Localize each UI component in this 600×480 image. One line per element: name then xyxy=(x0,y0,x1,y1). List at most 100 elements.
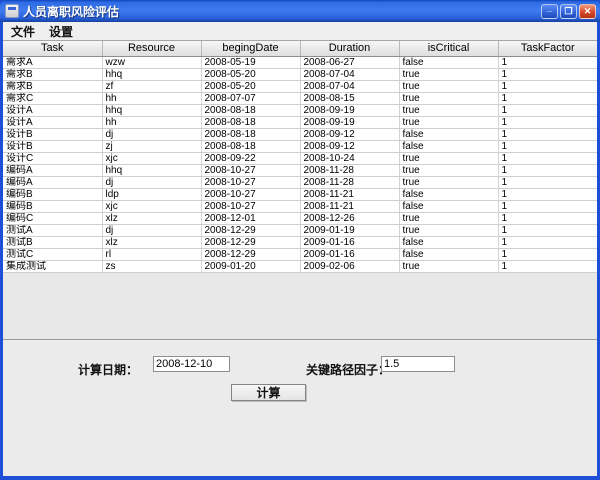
table-cell: 设计C xyxy=(3,152,102,164)
menu-file[interactable]: 文件 xyxy=(11,23,35,40)
app-window: 人员离职风险评估 _ ❐ ✕ 文件 设置 TaskResourcebegingD… xyxy=(0,0,600,480)
calc-date-input[interactable] xyxy=(153,356,230,372)
table-cell: 2008-10-27 xyxy=(201,200,300,212)
table-scrollpane[interactable]: TaskResourcebegingDateDurationisCritical… xyxy=(3,41,597,340)
column-header[interactable]: Duration xyxy=(300,41,399,56)
table-row[interactable]: 测试Adj2008-12-292009-01-19true1 xyxy=(3,224,597,236)
table-row[interactable]: 测试Crl2008-12-292009-01-16false1 xyxy=(3,248,597,260)
table-cell: 1 xyxy=(498,80,597,92)
table-cell: true xyxy=(399,176,498,188)
table-cell: 2008-09-19 xyxy=(300,104,399,116)
table-row[interactable]: 编码Bldp2008-10-272008-11-21false1 xyxy=(3,188,597,200)
table-cell: 编码B xyxy=(3,200,102,212)
table-cell: 测试A xyxy=(3,224,102,236)
table-row[interactable]: 需求Chh2008-07-072008-08-15true1 xyxy=(3,92,597,104)
table-cell: dj xyxy=(102,128,201,140)
table-row[interactable]: 需求Awzw2008-05-192008-06-27false1 xyxy=(3,56,597,68)
column-header[interactable]: TaskFactor xyxy=(498,41,597,56)
table-row[interactable]: 编码Adj2008-10-272008-11-28true1 xyxy=(3,176,597,188)
table-row[interactable]: 设计Cxjc2008-09-222008-10-24true1 xyxy=(3,152,597,164)
table-cell: 需求B xyxy=(3,80,102,92)
table-cell: true xyxy=(399,164,498,176)
table-row[interactable]: 设计Bzj2008-08-182008-09-12false1 xyxy=(3,140,597,152)
table-cell: true xyxy=(399,80,498,92)
calculate-button[interactable]: 计算 xyxy=(231,384,306,401)
table-cell: 1 xyxy=(498,224,597,236)
menu-settings[interactable]: 设置 xyxy=(49,23,73,40)
table-cell: hh xyxy=(102,116,201,128)
title-bar[interactable]: 人员离职风险评估 _ ❐ ✕ xyxy=(0,0,600,22)
column-header[interactable]: Task xyxy=(3,41,102,56)
column-header[interactable]: Resource xyxy=(102,41,201,56)
table-cell: 设计B xyxy=(3,140,102,152)
table-cell: 编码B xyxy=(3,188,102,200)
table-row[interactable]: 集成测试zs2009-01-202009-02-06true1 xyxy=(3,260,597,272)
table-cell: 1 xyxy=(498,188,597,200)
table-cell: true xyxy=(399,68,498,80)
table-cell: 1 xyxy=(498,56,597,68)
table-cell: 2008-10-24 xyxy=(300,152,399,164)
table-cell: hhq xyxy=(102,68,201,80)
window-title: 人员离职风险评估 xyxy=(23,3,541,20)
window-body: 文件 设置 TaskResourcebegingDateDurationisCr… xyxy=(0,22,600,480)
table-row[interactable]: 编码Ahhq2008-10-272008-11-28true1 xyxy=(3,164,597,176)
table-cell: 2008-09-12 xyxy=(300,140,399,152)
table-cell: 2008-08-18 xyxy=(201,116,300,128)
table-cell: xjc xyxy=(102,152,201,164)
table-row[interactable]: 设计Ahh2008-08-182008-09-19true1 xyxy=(3,116,597,128)
table-cell: false xyxy=(399,188,498,200)
table-cell: 2008-12-01 xyxy=(201,212,300,224)
table-cell: 1 xyxy=(498,68,597,80)
table-cell: 设计A xyxy=(3,116,102,128)
table-cell: 需求B xyxy=(3,68,102,80)
column-header[interactable]: begingDate xyxy=(201,41,300,56)
table-row[interactable]: 编码Cxlz2008-12-012008-12-26true1 xyxy=(3,212,597,224)
table-cell: false xyxy=(399,236,498,248)
critical-path-factor-input[interactable] xyxy=(381,356,455,372)
table-row[interactable]: 编码Bxjc2008-10-272008-11-21false1 xyxy=(3,200,597,212)
table-cell: 需求A xyxy=(3,56,102,68)
table-cell: hhq xyxy=(102,104,201,116)
table-cell: wzw xyxy=(102,56,201,68)
table-cell: 1 xyxy=(498,104,597,116)
minimize-button[interactable]: _ xyxy=(541,4,558,19)
table-cell: 2008-12-29 xyxy=(201,248,300,260)
table-cell: false xyxy=(399,128,498,140)
table-cell: xlz xyxy=(102,212,201,224)
table-row[interactable]: 测试Bxlz2008-12-292009-01-16false1 xyxy=(3,236,597,248)
table-cell: 1 xyxy=(498,152,597,164)
table-cell: 2008-08-15 xyxy=(300,92,399,104)
table-row[interactable]: 设计Bdj2008-08-182008-09-12false1 xyxy=(3,128,597,140)
maximize-button[interactable]: ❐ xyxy=(560,4,577,19)
table-cell: 1 xyxy=(498,128,597,140)
table-cell: 2008-05-20 xyxy=(201,80,300,92)
calc-date-label: 计算日期： xyxy=(78,361,138,378)
table-row[interactable]: 设计Ahhq2008-08-182008-09-19true1 xyxy=(3,104,597,116)
table-cell: 1 xyxy=(498,248,597,260)
table-cell: 测试C xyxy=(3,248,102,260)
table-cell: 2008-07-04 xyxy=(300,68,399,80)
table-cell: 设计A xyxy=(3,104,102,116)
table-cell: true xyxy=(399,152,498,164)
table-cell: 1 xyxy=(498,92,597,104)
table-cell: 2008-08-18 xyxy=(201,104,300,116)
table-cell: 2009-01-16 xyxy=(300,248,399,260)
table-row[interactable]: 需求Bhhq2008-05-202008-07-04true1 xyxy=(3,68,597,80)
table-cell: 设计B xyxy=(3,128,102,140)
table-cell: 2009-02-06 xyxy=(300,260,399,272)
table-cell: 2008-07-07 xyxy=(201,92,300,104)
table-cell: 2008-11-28 xyxy=(300,164,399,176)
table-cell: 2008-09-19 xyxy=(300,116,399,128)
table-cell: 1 xyxy=(498,164,597,176)
table-cell: 1 xyxy=(498,116,597,128)
table-cell: true xyxy=(399,104,498,116)
table-cell: 2008-12-29 xyxy=(201,236,300,248)
table-cell: 2008-10-27 xyxy=(201,176,300,188)
table-row[interactable]: 需求Bzf2008-05-202008-07-04true1 xyxy=(3,80,597,92)
table-cell: rl xyxy=(102,248,201,260)
column-header[interactable]: isCritical xyxy=(399,41,498,56)
table-cell: 1 xyxy=(498,212,597,224)
table-cell: 编码A xyxy=(3,176,102,188)
table-cell: 2008-11-21 xyxy=(300,200,399,212)
close-button[interactable]: ✕ xyxy=(579,4,596,19)
